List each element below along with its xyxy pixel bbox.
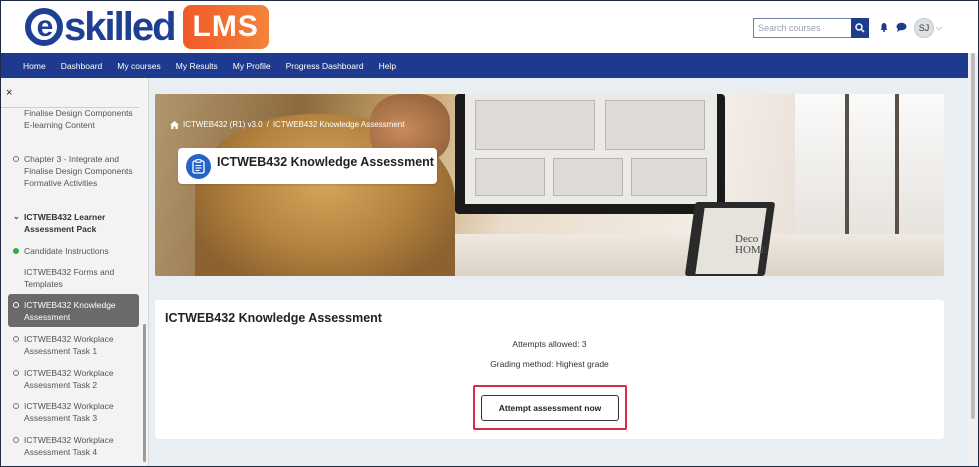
sidebar-item-label: ICTWEB432 Forms and Templates xyxy=(24,267,115,289)
nav-help[interactable]: Help xyxy=(379,61,396,71)
course-index-drawer: × Finalise Design Components E-learning … xyxy=(1,78,149,466)
sidebar-item-forms-templates[interactable]: ICTWEB432 Forms and Templates xyxy=(8,266,139,290)
sidebar-item-chapter-3-activities[interactable]: Chapter 3 - Integrate and Finalise Desig… xyxy=(8,153,139,201)
incomplete-icon xyxy=(13,370,19,376)
sidebar-item-workplace-task-4[interactable]: ICTWEB432 Workplace Assessment Task 4 xyxy=(8,434,139,458)
sidebar-item-label: Finalise Design Components E-learning Co… xyxy=(24,108,133,130)
hero-wireframe-block xyxy=(553,158,623,196)
nav-my-profile[interactable]: My Profile xyxy=(233,61,271,71)
assessment-icon xyxy=(186,153,211,179)
breadcrumb-current[interactable]: ICTWEB432 Knowledge Assessment xyxy=(273,120,405,129)
search-input[interactable] xyxy=(753,18,851,38)
page-scrollbar[interactable] xyxy=(968,53,978,466)
search-icon xyxy=(855,23,865,33)
activity-header: ICTWEB432 Knowledge Assessment xyxy=(178,148,437,184)
sidebar-item-label: ICTWEB432 Workplace Assessment Task 4 xyxy=(24,435,114,457)
breadcrumb-course[interactable]: ICTWEB432 (R1) v3.0 xyxy=(183,120,263,129)
chevron-down-icon[interactable]: ⌄ xyxy=(13,211,20,223)
attempts-allowed: Attempts allowed: 3 xyxy=(512,339,587,349)
hero-wireframe-block xyxy=(475,158,545,196)
sidebar-item-finalise-design-content[interactable]: Finalise Design Components E-learning Co… xyxy=(8,107,139,143)
hero-wireframe-block xyxy=(631,158,707,196)
incomplete-icon xyxy=(13,403,19,409)
main-navigation: Home Dashboard My courses My Results My … xyxy=(1,53,968,78)
chevron-down-icon[interactable]: ⌵ xyxy=(936,23,942,33)
hero-window xyxy=(795,94,944,234)
nav-progress-dashboard[interactable]: Progress Dashboard xyxy=(286,61,364,71)
sidebar-item-label: ICTWEB432 Workplace Assessment Task 3 xyxy=(24,401,114,423)
sidebar-item-label: ICTWEB432 Workplace Assessment Task 2 xyxy=(24,368,114,390)
nav-my-results[interactable]: My Results xyxy=(176,61,218,71)
sidebar-item-label: ICTWEB432 Workplace Assessment Task 1 xyxy=(24,334,114,356)
hero-wireframe-block xyxy=(475,100,595,150)
incomplete-icon xyxy=(13,437,19,443)
notifications-button[interactable] xyxy=(877,20,891,34)
logo-initial: e xyxy=(25,8,63,46)
incomplete-icon xyxy=(13,336,19,342)
top-header: e skilled LMS SJ ⌵ xyxy=(1,1,978,53)
grading-method: Grading method: Highest grade xyxy=(490,359,609,369)
nav-dashboard[interactable]: Dashboard xyxy=(61,61,103,71)
site-logo[interactable]: e skilled LMS xyxy=(25,5,269,49)
complete-icon xyxy=(13,248,19,254)
bell-icon xyxy=(880,23,888,32)
hero-window-frame xyxy=(845,94,849,234)
breadcrumb-separator: / xyxy=(266,120,269,129)
hero-window-frame xyxy=(895,94,899,234)
sidebar-item-label: Chapter 3 - Integrate and Finalise Desig… xyxy=(24,154,133,188)
sidebar-section-assessment-pack[interactable]: ⌄ ICTWEB432 Learner Assessment Pack xyxy=(8,211,139,235)
logo-text: skilled xyxy=(64,4,177,49)
sidebar-item-workplace-task-2[interactable]: ICTWEB432 Workplace Assessment Task 2 xyxy=(8,367,139,391)
drawer-scrollbar[interactable] xyxy=(143,324,146,462)
sidebar-item-workplace-task-1[interactable]: ICTWEB432 Workplace Assessment Task 1 xyxy=(8,333,139,357)
chat-icon xyxy=(896,22,906,32)
nav-my-courses[interactable]: My courses xyxy=(117,61,160,71)
sidebar-item-workplace-task-3[interactable]: ICTWEB432 Workplace Assessment Task 3 xyxy=(8,400,139,424)
sidebar-item-label: Candidate Instructions xyxy=(24,246,109,256)
sidebar-item-label: ICTWEB432 Learner Assessment Pack xyxy=(24,212,106,234)
messages-button[interactable] xyxy=(894,20,908,34)
search-button[interactable] xyxy=(851,18,869,38)
lms-badge: LMS xyxy=(182,5,269,49)
hero-laptop-text: Deco HOME xyxy=(735,234,767,256)
close-drawer-button[interactable]: × xyxy=(6,87,12,99)
nav-home[interactable]: Home xyxy=(23,61,46,71)
page-title: ICTWEB432 Knowledge Assessment xyxy=(217,155,434,169)
breadcrumb: ICTWEB432 (R1) v3.0 / ICTWEB432 Knowledg… xyxy=(170,120,404,129)
hero-laptop-text-line: HOME xyxy=(735,244,768,256)
sidebar-item-candidate-instructions[interactable]: Candidate Instructions xyxy=(8,245,139,257)
incomplete-icon xyxy=(13,156,19,162)
quiz-title: ICTWEB432 Knowledge Assessment xyxy=(165,311,382,325)
sidebar-item-knowledge-assessment[interactable]: ICTWEB432 Knowledge Assessment xyxy=(8,294,139,327)
attempt-assessment-button[interactable]: Attempt assessment now xyxy=(481,395,619,421)
incomplete-icon xyxy=(13,302,19,308)
course-search xyxy=(753,18,869,38)
user-avatar[interactable]: SJ xyxy=(914,18,934,38)
hero-wireframe-block xyxy=(605,100,705,150)
sidebar-item-label: ICTWEB432 Knowledge Assessment xyxy=(24,300,116,322)
page-scrollbar-thumb[interactable] xyxy=(971,53,975,419)
home-icon[interactable] xyxy=(170,120,179,129)
